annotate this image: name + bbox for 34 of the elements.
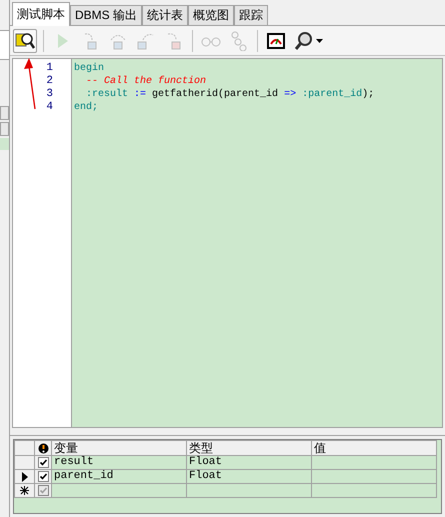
code-line: -- Call the function <box>85 75 208 88</box>
new-row-icon <box>20 486 29 495</box>
table-cell: Float <box>189 470 222 482</box>
table-cell: parent_id <box>54 470 114 482</box>
checkbox[interactable] <box>38 457 48 468</box>
checkbox[interactable] <box>38 471 48 482</box>
code-line: begin <box>74 62 104 75</box>
info-icon <box>38 442 48 454</box>
code-editor[interactable]: begin -- Call the function :result := getfatherid(parent_id => :parent_id); end; <box>72 59 442 427</box>
line-number: 1 <box>46 62 53 75</box>
table-cell: result <box>54 456 94 468</box>
line-number: 3 <box>46 88 53 101</box>
column-header[interactable]: 类型 <box>186 440 312 456</box>
row-indicator[interactable] <box>14 470 34 484</box>
table-cell: Float <box>189 456 222 468</box>
current-row-icon <box>22 472 28 482</box>
annotation-arrow <box>22 58 38 110</box>
code-line: :result := getfatherid(parent_id => :parent_id); <box>85 88 376 101</box>
line-number: 2 <box>46 75 53 88</box>
column-header[interactable]: 值 <box>312 440 436 456</box>
debug-icon <box>15 30 35 50</box>
tab[interactable]: DBMS 输出 <box>70 5 142 25</box>
breakpoints-icon <box>229 30 249 50</box>
tab[interactable]: 概览图 <box>188 5 234 25</box>
column-header[interactable]: 变量 <box>52 440 186 456</box>
tab[interactable]: 跟踪 <box>234 5 268 25</box>
monitor-icon <box>266 30 286 50</box>
line-number: 4 <box>46 101 53 114</box>
code-line: end; <box>74 101 100 114</box>
debug-button[interactable] <box>13 28 37 52</box>
tab[interactable]: 统计表 <box>142 5 188 25</box>
dropdown-caret-icon <box>316 38 323 42</box>
search-icon <box>294 30 314 50</box>
tab[interactable]: 测试脚本 <box>12 2 70 26</box>
